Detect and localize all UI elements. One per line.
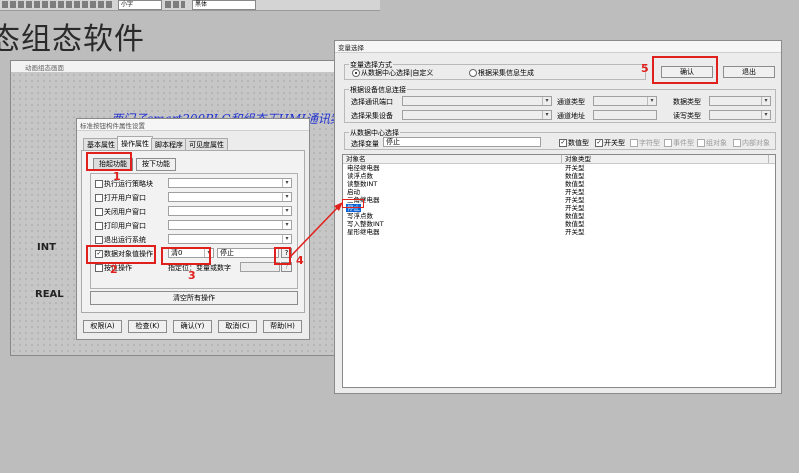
arrow-line [288, 204, 341, 259]
annotation-arrow [288, 202, 343, 259]
